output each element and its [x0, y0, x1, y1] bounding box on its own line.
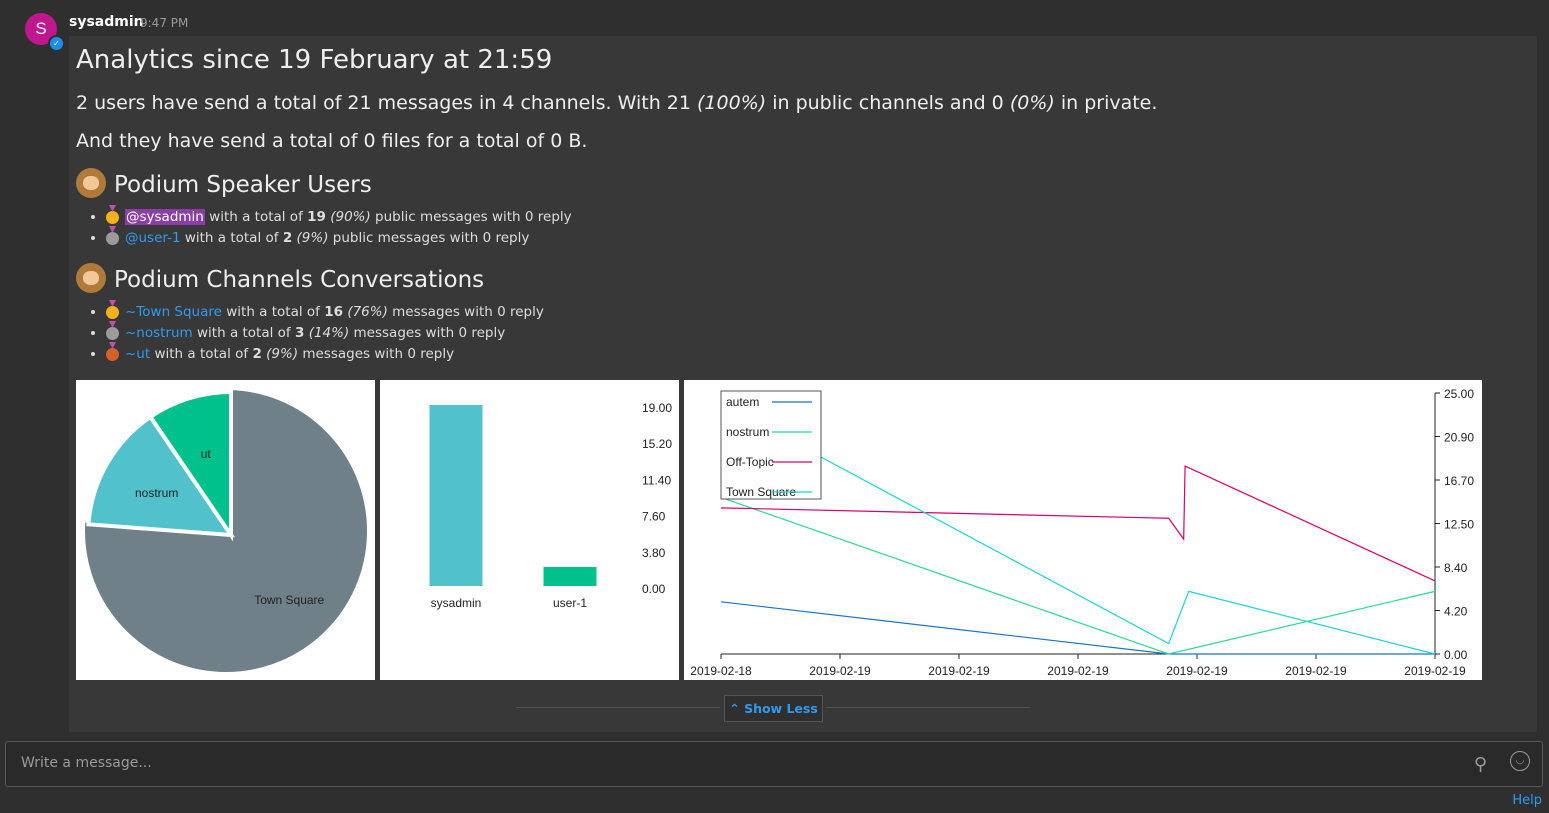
- y-tick-label: 7.60: [642, 510, 666, 524]
- series-line: [720, 465, 1436, 582]
- summary-messages: 2 users have send a total of 21 messages…: [76, 92, 1158, 114]
- x-tick-label: 2019-02-19: [1047, 664, 1109, 678]
- channels-heading: Podium Channels Conversations: [76, 263, 484, 293]
- pie-slice-label: nostrum: [135, 486, 178, 500]
- bronze-medal-icon: [106, 348, 119, 361]
- channels-line-chart: 2019-02-18 2019-02-19 2019-02-19 2019-02-19…: [690, 387, 1474, 678]
- users-bar-chart: sysadmin user-1 19.00 15.20 11.40 7.60 3.80 0.0…: [429, 401, 672, 610]
- channels-podium-list: ~Town Square with a total of 16 (76%) me…: [76, 302, 544, 365]
- pie-chart-panel: Town Square nostrum ut: [76, 380, 375, 680]
- x-tick-label: 2019-02-18: [690, 664, 752, 678]
- verified-check-icon: ✓: [48, 35, 65, 52]
- pie-slice-label: Town Square: [254, 593, 324, 607]
- x-tick-label: 2019-02-19: [928, 664, 990, 678]
- x-tick-label: user-1: [553, 596, 587, 610]
- channels-pie-chart: Town Square nostrum ut: [81, 385, 371, 676]
- summary-files: And they have send a total of 0 files fo…: [76, 130, 588, 152]
- y-tick-label: 15.20: [642, 437, 672, 451]
- x-tick-label: 2019-02-19: [1166, 664, 1228, 678]
- paperclip-icon[interactable]: ⚲: [1474, 754, 1487, 775]
- silver-medal-icon: [106, 327, 119, 340]
- y-tick-label: 0.00: [1444, 648, 1468, 662]
- bar: [543, 566, 597, 586]
- y-tick-label: 3.80: [642, 546, 666, 560]
- divider: [826, 707, 1030, 708]
- list-item: ~Town Square with a total of 16 (76%) me…: [106, 302, 544, 323]
- gold-medal-icon: [106, 306, 119, 319]
- analytics-title: Analytics since 19 February at 21:59: [76, 45, 553, 75]
- y-tick-label: 8.40: [1444, 561, 1468, 575]
- x-tick-label: 2019-02-19: [1285, 664, 1347, 678]
- chevron-up-icon: ⌃: [729, 701, 740, 716]
- list-item: @sysadmin with a total of 19 (90%) publi…: [106, 207, 572, 228]
- post-time[interactable]: 9:47 PM: [140, 16, 188, 30]
- show-less-button[interactable]: ⌃ Show Less: [724, 695, 823, 722]
- bar: [429, 405, 483, 586]
- bar-chart-panel: sysadmin user-1 19.00 15.20 11.40 7.60 3.80 0.0…: [380, 380, 679, 680]
- users-heading: Podium Speaker Users: [76, 168, 372, 198]
- line-chart-panel: 2019-02-18 2019-02-19 2019-02-19 2019-02-19…: [684, 380, 1482, 680]
- series-line: [720, 601, 1435, 655]
- emoji-picker-icon[interactable]: ◡: [1510, 751, 1530, 771]
- y-tick-label: 4.20: [1444, 605, 1468, 619]
- x-tick-label: 2019-02-19: [1404, 664, 1466, 678]
- monkey-covering-eyes-icon: [76, 263, 106, 293]
- series-line: [720, 496, 1436, 655]
- y-tick-label: 25.00: [1444, 387, 1474, 401]
- user-mention[interactable]: @sysadmin: [125, 209, 205, 225]
- silver-medal-icon: [106, 232, 119, 245]
- divider: [516, 707, 720, 708]
- list-item: ~nostrum with a total of 3 (14%) message…: [106, 323, 544, 344]
- legend-label: autem: [726, 395, 759, 409]
- x-tick-label: sysadmin: [431, 596, 482, 610]
- author-name[interactable]: sysadmin: [69, 14, 144, 30]
- channel-link[interactable]: ~ut: [125, 346, 150, 362]
- user-mention[interactable]: @user-1: [125, 230, 181, 246]
- channel-link[interactable]: ~nostrum: [125, 325, 193, 341]
- message-input[interactable]: Write a message...: [21, 755, 152, 771]
- list-item: ~ut with a total of 2 (9%) messages with…: [106, 344, 544, 365]
- legend-label: nostrum: [726, 425, 769, 439]
- message-composer[interactable]: Write a message... ⚲ ◡: [5, 741, 1543, 787]
- message-post: S ✓ sysadmin 9:47 PM Analytics since 19 …: [0, 0, 1549, 736]
- y-tick-label: 16.70: [1444, 474, 1474, 488]
- channel-link[interactable]: ~Town Square: [125, 304, 222, 320]
- pie-slice-label: ut: [201, 447, 212, 461]
- x-tick-label: 2019-02-19: [809, 664, 871, 678]
- y-tick-label: 20.90: [1444, 431, 1474, 445]
- legend: autemnostrumOff-TopicTown Square: [720, 390, 822, 500]
- monkey-covering-mouth-icon: [76, 168, 106, 198]
- list-item: @user-1 with a total of 2 (9%) public me…: [106, 228, 572, 249]
- y-tick-label: 12.50: [1444, 518, 1474, 532]
- y-tick-label: 11.40: [642, 473, 671, 487]
- y-tick-label: 0.00: [642, 582, 666, 596]
- y-tick-label: 19.00: [642, 401, 672, 415]
- gold-medal-icon: [106, 211, 119, 224]
- help-link[interactable]: Help: [1512, 793, 1542, 808]
- legend-label: Off-Topic: [726, 455, 774, 469]
- users-podium-list: @sysadmin with a total of 19 (90%) publi…: [76, 207, 572, 249]
